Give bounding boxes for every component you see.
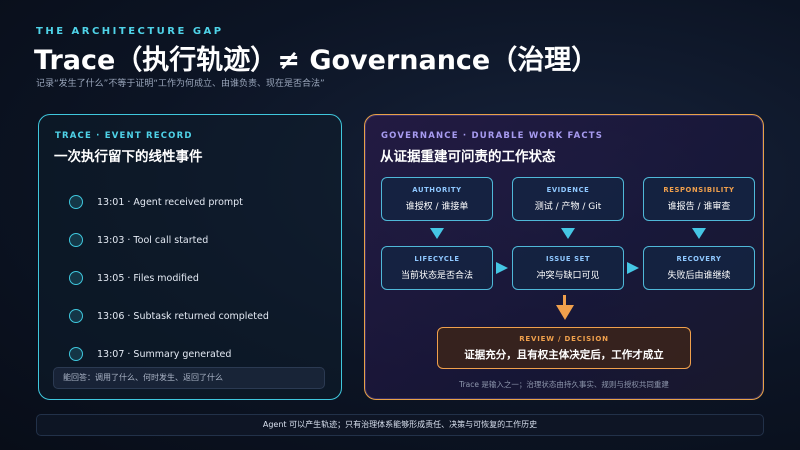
node-authority: AUTHORITY 谁授权 / 谁接单 (381, 177, 493, 221)
event-item: 13:06 · Subtask returned completed (69, 297, 269, 335)
node-recovery: RECOVERY 失败后由谁继续 (643, 246, 755, 290)
event-item: 13:03 · Tool call started (69, 221, 269, 259)
event-item: 13:05 · Files modified (69, 259, 269, 297)
governance-panel: GOVERNANCE · DURABLE WORK FACTS 从证据重建可问责… (364, 114, 764, 400)
timeline-dot-icon (69, 309, 83, 323)
decision-arrow-icon (556, 305, 574, 320)
arrow-down-icon (561, 228, 575, 239)
node-lifecycle: LIFECYCLE 当前状态是否合法 (381, 246, 493, 290)
trace-panel: TRACE · EVENT RECORD 一次执行留下的线性事件 13:01 ·… (38, 114, 342, 400)
event-item: 13:01 · Agent received prompt (69, 183, 269, 221)
decision-label: REVIEW / DECISION (519, 335, 609, 343)
arrow-down-icon (430, 228, 444, 239)
timeline-dot-icon (69, 347, 83, 361)
node-issue-set-label: ISSUE SET (545, 255, 591, 263)
event-text: 13:01 · Agent received prompt (97, 196, 243, 208)
timeline-dot-icon (69, 233, 83, 247)
decision-box: REVIEW / DECISION 证据充分，且有权主体决定后，工作才成立 (437, 327, 691, 369)
node-issue-set-text: 冲突与缺口可见 (536, 271, 600, 281)
node-responsibility: RESPONSIBILITY 谁报告 / 谁审查 (643, 177, 755, 221)
governance-panel-title: 从证据重建可问责的工作状态 (380, 149, 556, 165)
governance-panel-kicker: GOVERNANCE · DURABLE WORK FACTS (381, 131, 604, 141)
event-list: 13:01 · Agent received prompt 13:03 · To… (69, 183, 269, 373)
event-text: 13:07 · Summary generated (97, 348, 232, 360)
governance-note: Trace 是输入之一；治理状态由持久事实、规则与授权共同重建 (459, 380, 669, 389)
event-text: 13:06 · Subtask returned completed (97, 310, 269, 322)
node-responsibility-label: RESPONSIBILITY (663, 186, 735, 194)
arrow-down-icon (692, 228, 706, 239)
node-responsibility-text: 谁报告 / 谁审查 (667, 202, 731, 212)
arrow-right-icon (627, 262, 639, 274)
node-authority-text: 谁授权 / 谁接单 (405, 202, 469, 212)
node-recovery-label: RECOVERY (676, 255, 722, 263)
kicker: THE ARCHITECTURE GAP (36, 26, 224, 37)
node-evidence-text: 测试 / 产物 / Git (534, 202, 602, 212)
event-text: 13:03 · Tool call started (97, 234, 209, 246)
arrow-right-icon (496, 262, 508, 274)
page-title: Trace（执行轨迹）≠ Governance（治理） (34, 45, 599, 76)
page-subtitle: 记录“发生了什么”不等于证明“工作为何成立、由谁负责、现在是否合法” (36, 79, 325, 89)
node-lifecycle-text: 当前状态是否合法 (400, 271, 473, 281)
node-lifecycle-label: LIFECYCLE (414, 255, 460, 263)
node-evidence-label: EVIDENCE (546, 186, 590, 194)
footer-banner: Agent 可以产生轨迹；只有治理体系能够形成责任、决策与可恢复的工作历史 (36, 414, 764, 436)
node-recovery-text: 失败后由谁继续 (667, 271, 731, 281)
event-text: 13:05 · Files modified (97, 272, 199, 284)
trace-panel-title: 一次执行留下的线性事件 (54, 149, 203, 165)
decision-text: 证据充分，且有权主体决定后，工作才成立 (464, 349, 664, 361)
trace-answers-box: 能回答：调用了什么、何时发生、返回了什么 (53, 367, 325, 389)
trace-panel-kicker: TRACE · EVENT RECORD (55, 131, 193, 141)
timeline-dot-icon (69, 271, 83, 285)
node-issue-set: ISSUE SET 冲突与缺口可见 (512, 246, 624, 290)
node-authority-label: AUTHORITY (412, 186, 462, 194)
node-evidence: EVIDENCE 测试 / 产物 / Git (512, 177, 624, 221)
timeline-dot-icon (69, 195, 83, 209)
